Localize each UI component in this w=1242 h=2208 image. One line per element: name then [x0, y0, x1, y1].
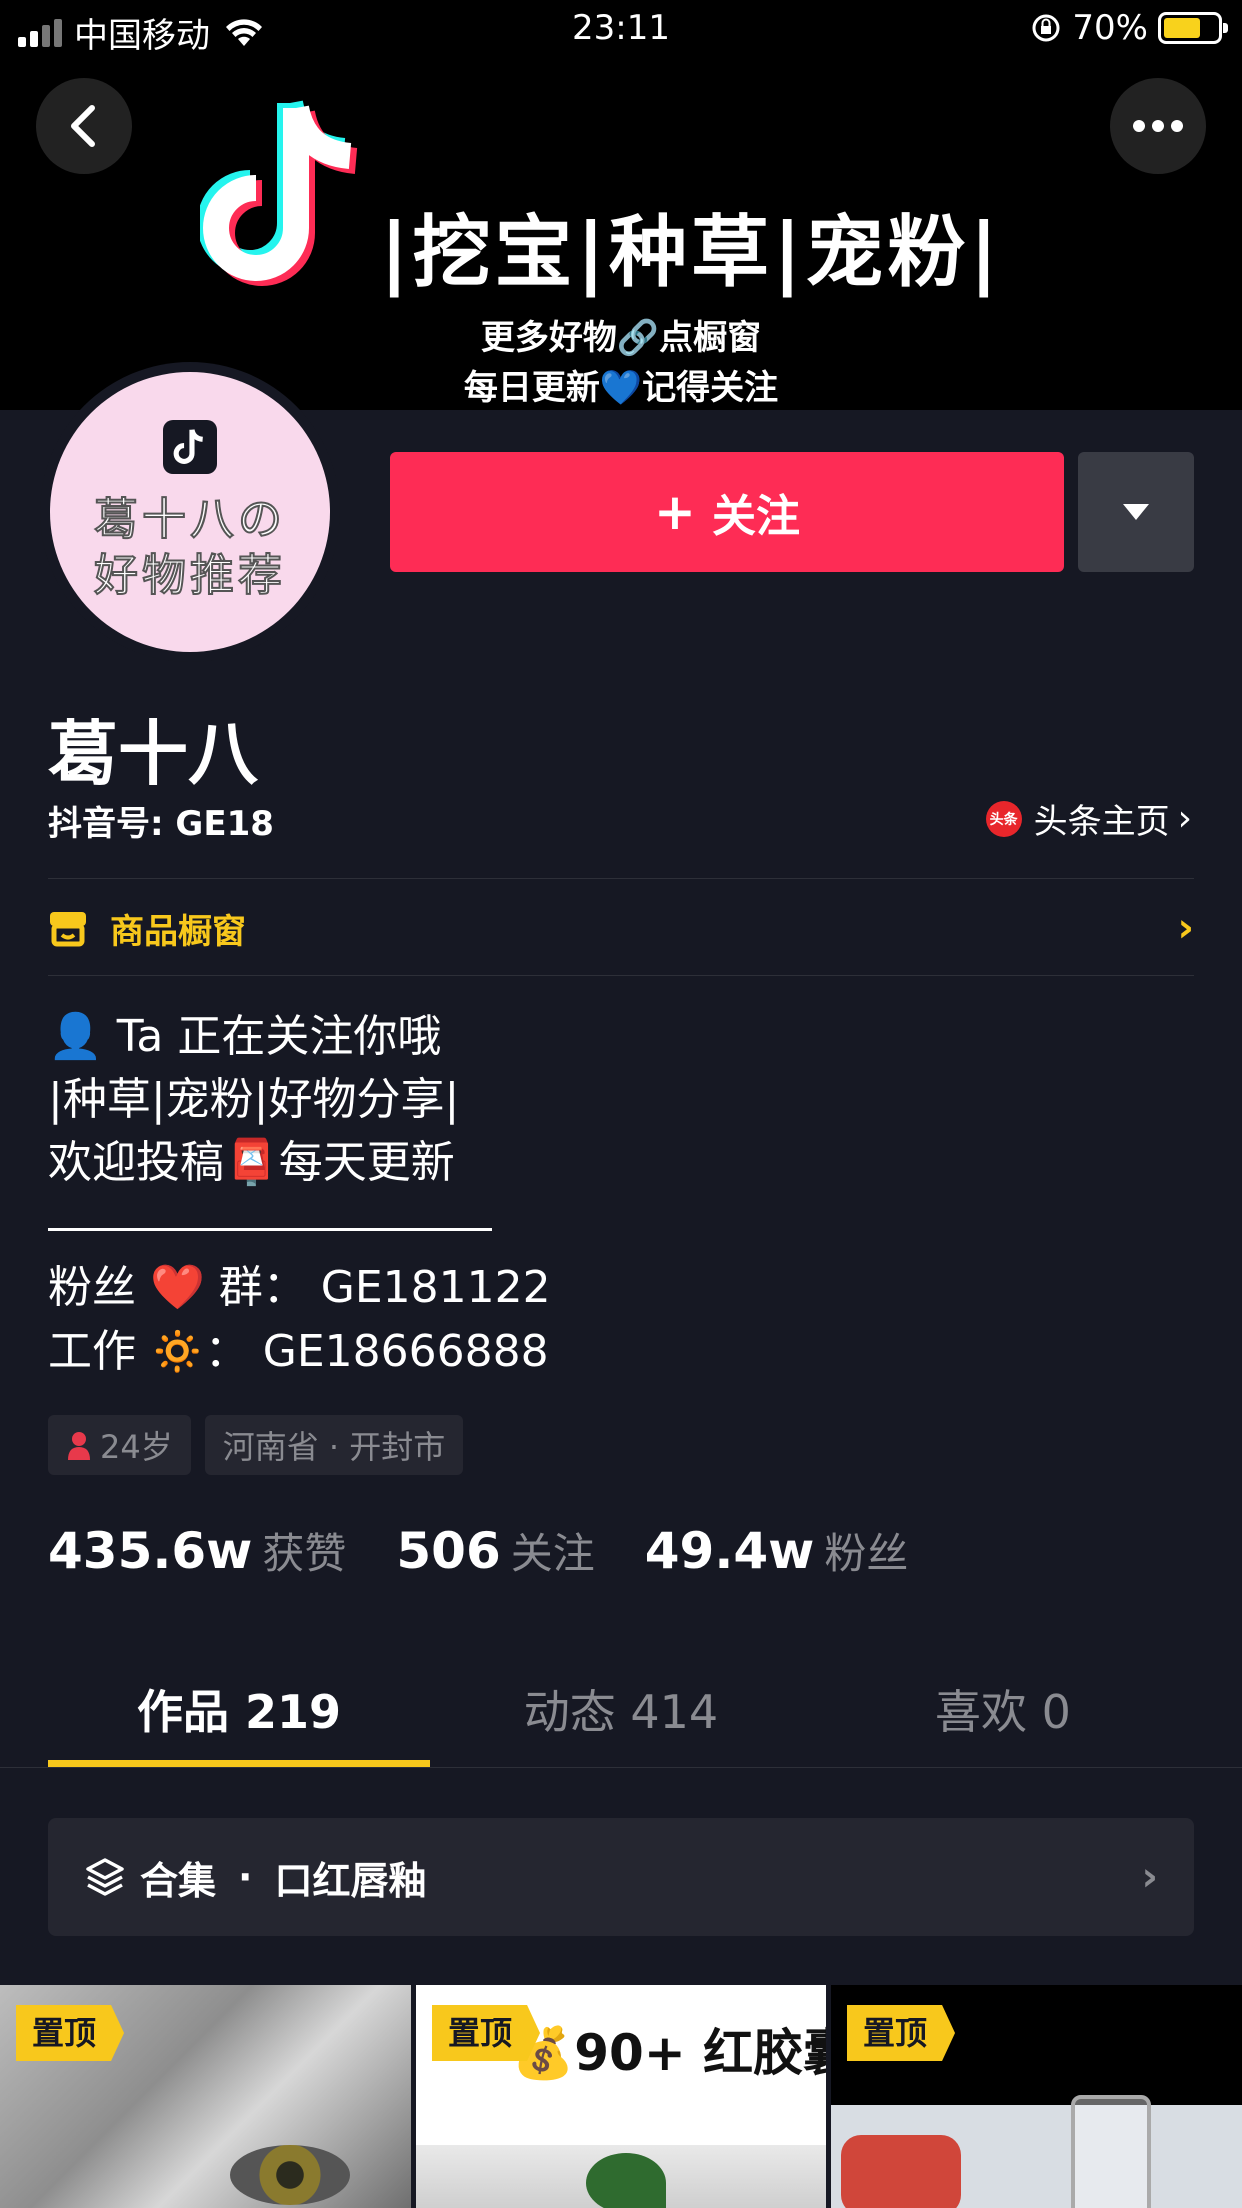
likes-stat[interactable]: 435.6w 获赞 [48, 1520, 346, 1581]
tab-works[interactable]: 作品 219 [48, 1672, 430, 1768]
video-grid: 置顶 💰90+ 红胶囊 置顶 置顶 [0, 1985, 1242, 2208]
douyin-id: 抖音号: GE18 [48, 804, 274, 844]
tiktok-mini-logo-icon [163, 420, 217, 474]
bottle-image [1071, 2095, 1151, 2208]
status-right: 70% [1030, 8, 1228, 48]
tab-likes[interactable]: 喜欢 0 [812, 1672, 1194, 1768]
stat-label: 关注 [510, 1529, 595, 1578]
stat-label: 获赞 [262, 1529, 347, 1578]
stat-number: 506 [396, 1522, 501, 1580]
bio-separator-line [48, 1228, 492, 1231]
female-user-icon [68, 1432, 90, 1460]
pinned-badge: 置顶 [847, 2005, 956, 2061]
recommend-dropdown-button[interactable] [1078, 452, 1194, 572]
rotation-lock-icon [1032, 14, 1060, 42]
contact-info: 粉丝 ❤️ 群： GE181122 工作 🔅： GE18666888 [48, 1256, 551, 1384]
more-button[interactable] [1110, 78, 1206, 174]
banner-subtitle-1: 更多好物🔗点橱窗 [480, 318, 762, 358]
plus-icon: + [654, 483, 696, 541]
profile-tags: 24岁 河南省 · 开封市 [48, 1415, 464, 1475]
shop-window-label: 商品橱窗 [110, 911, 246, 952]
battery-percent: 70% [1072, 8, 1148, 48]
tiktok-logo-icon [200, 100, 358, 286]
avatar-text-line-2: 好物推荐 [93, 549, 286, 602]
cat-eye-image [230, 2145, 350, 2205]
divider [48, 878, 1194, 879]
age-tag: 24岁 [48, 1415, 191, 1475]
chevron-right-icon: › [1177, 905, 1194, 951]
toutiao-badge-icon: 头条 [985, 800, 1022, 837]
toutiao-homepage-link[interactable]: 头条 头条主页 › [985, 794, 1192, 843]
caret-down-icon [1123, 504, 1149, 520]
work-contact-line: 工作 🔅： GE18666888 [48, 1326, 549, 1377]
more-dots-icon [1133, 120, 1183, 132]
bio-line: 👤 Ta 正在关注你哦 [48, 1011, 442, 1062]
video-thumbnail[interactable]: 💰90+ 红胶囊 置顶 [416, 1985, 826, 2208]
followers-stat[interactable]: 49.4w 粉丝 [645, 1520, 909, 1581]
stat-number: 435.6w [48, 1522, 253, 1580]
tab-divider [0, 1767, 1242, 1768]
fan-group-line: 粉丝 ❤️ 群： GE181122 [48, 1262, 551, 1313]
collection-separator: · [238, 1855, 253, 1899]
video-thumbnail[interactable]: 置顶 [831, 1985, 1242, 2208]
location-label: 河南省 · 开封市 [222, 1428, 446, 1466]
video-cover-title: 💰90+ 红胶囊 [512, 2024, 826, 2082]
following-stat[interactable]: 506 关注 [396, 1520, 594, 1581]
chevron-right-icon: › [1177, 798, 1192, 839]
chevron-left-icon [71, 105, 95, 147]
bio-line: 欢迎投稿📮每天更新 [48, 1137, 455, 1188]
status-bar: 中国移动 23:11 70% [0, 0, 1242, 60]
pinned-badge: 置顶 [432, 2005, 541, 2061]
profile-banner: 中国移动 23:11 70% |挖宝|种草|宠粉| 更多好物🔗点橱窗 每日更新💙… [0, 0, 1242, 410]
stat-label: 粉丝 [824, 1529, 909, 1578]
chevron-right-icon: › [1141, 1854, 1158, 1900]
location-tag: 河南省 · 开封市 [204, 1415, 464, 1475]
shop-window-row[interactable]: 商品橱窗 › [48, 880, 1194, 976]
follow-label: 关注 [711, 491, 800, 542]
profile-stats: 435.6w 获赞 506 关注 49.4w 粉丝 [48, 1520, 958, 1581]
bio: 👤 Ta 正在关注你哦 |种草|宠粉|好物分享| 欢迎投稿📮每天更新 [48, 1005, 459, 1194]
plant-leaf-image [586, 2153, 666, 2208]
collection-row[interactable]: 合集 · 口红唇釉 › [48, 1818, 1194, 1936]
back-button[interactable] [36, 78, 132, 174]
stat-number: 49.4w [644, 1522, 815, 1580]
toutiao-link-label: 头条主页 [1033, 802, 1170, 842]
battery-icon [1158, 12, 1228, 44]
follow-button[interactable]: + 关注 [390, 452, 1064, 572]
collection-name: 口红唇釉 [274, 1858, 427, 1903]
avatar-text-line-1: 葛十八の [93, 493, 286, 546]
tab-activity[interactable]: 动态 414 [430, 1672, 812, 1768]
age-label: 24岁 [100, 1428, 173, 1466]
battery-fill [1164, 18, 1201, 38]
profile-name: 葛十八 [48, 713, 258, 795]
pinned-badge: 置顶 [16, 2005, 125, 2061]
shop-icon [50, 912, 86, 947]
video-thumbnail[interactable]: 置顶 [0, 1985, 411, 2208]
active-tab-indicator [48, 1760, 430, 1767]
layers-icon [86, 1858, 124, 1896]
banner-title: |挖宝|种草|宠粉| [380, 208, 1002, 298]
avatar[interactable]: 葛十八の 好物推荐 [50, 372, 330, 652]
collection-label: 合集 [140, 1858, 217, 1903]
content-tabs: 作品 219 动态 414 喜欢 0 [48, 1672, 1194, 1768]
divider [48, 975, 1194, 976]
red-object-image [841, 2135, 961, 2208]
bio-line: |种草|宠粉|好物分享| [48, 1074, 460, 1125]
